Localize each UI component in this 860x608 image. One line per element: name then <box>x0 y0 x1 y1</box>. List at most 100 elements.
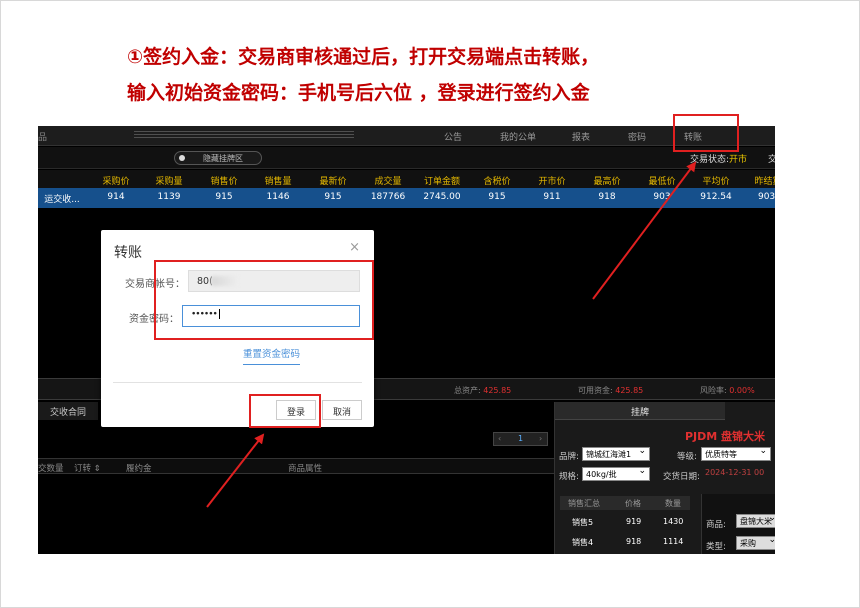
product-label: 商品: <box>706 520 726 530</box>
highlight-login-button <box>249 394 321 428</box>
cell-sell-price: 915 <box>215 192 233 202</box>
col-prev-settle: 昨结算 <box>754 177 775 187</box>
pager: ‹ 1 › <box>493 432 548 446</box>
cell-buy-qty: 1139 <box>157 192 181 202</box>
cell-volume: 187766 <box>370 192 406 202</box>
col-tax-price: 含税价 <box>483 177 511 187</box>
nav-announcement[interactable]: 公告 <box>444 130 462 143</box>
book-row-qty: 1114 <box>663 537 684 546</box>
nav-password[interactable]: 密码 <box>628 130 646 143</box>
tab-listing[interactable]: 挂牌 <box>555 402 725 420</box>
quote-table-header: 采购价 采购量 销售价 销售量 最新价 成交量 订单金额 含税价 开市价 最高价… <box>38 170 775 188</box>
book-col-price: 价格 <box>625 499 641 508</box>
order-book-row[interactable]: 销售4 918 1114 <box>560 534 690 550</box>
col-product-attributes: 商品属性 <box>288 464 323 474</box>
col-transfer[interactable]: 订转 ⇕ <box>74 462 101 474</box>
cell-buy-price: 914 <box>107 192 125 202</box>
cell-order-amount: 2745.00 <box>423 192 461 202</box>
total-assets: 总资产: 425.85 <box>454 385 511 396</box>
book-row-price: 918 <box>626 537 642 546</box>
col-order-amount: 订单金额 <box>423 177 460 187</box>
risk-rate-label: 风险率: <box>700 386 727 395</box>
type-select[interactable]: 采购 <box>736 535 775 550</box>
type-label: 类型: <box>706 542 726 552</box>
nav-hatch-decoration <box>134 131 354 139</box>
product-label: 品 <box>38 133 48 143</box>
delivery-date-label: 交货日期: <box>663 472 700 482</box>
close-icon[interactable]: × <box>349 240 360 255</box>
grade-select[interactable]: 优质特等 <box>701 446 771 461</box>
listing-panel: 挂牌 PJDM 盘锦大米 品牌: 锦城红海滩1 等级: 优质特等 规格: 40k… <box>554 402 775 554</box>
highlight-credential-fields <box>154 260 374 340</box>
spec-label: 规格: <box>559 472 579 482</box>
pager-prev[interactable]: ‹ <box>498 434 501 443</box>
total-assets-value: 425.85 <box>483 386 512 395</box>
cell-sell-qty: 1146 <box>266 192 290 202</box>
toggle-label: 隐藏挂牌区 <box>203 154 243 163</box>
cell-avg-price: 912.54 <box>700 192 732 202</box>
book-row-price: 919 <box>626 517 642 526</box>
cell-low-price: 903 <box>653 192 671 202</box>
book-col-summary: 销售汇总 <box>568 499 600 508</box>
product-select[interactable]: 盘锦大米 <box>736 513 775 528</box>
col-avg-price: 平均价 <box>702 177 730 187</box>
instruction-line-1: ①签约入金：交易商审核通过后，打开交易端点击转账， <box>127 46 600 68</box>
nav-my-orders[interactable]: 我的公单 <box>500 130 536 143</box>
order-side-panel: 商品: 盘锦大米 类型: 采购 <box>701 494 775 554</box>
subbar-right-cut: 交 <box>768 155 775 165</box>
quote-row[interactable]: 运交收... 914 1139 915 1146 915 187766 2745… <box>38 188 775 208</box>
top-nav: 品 公告 我的公单 报表 密码 转账 <box>38 126 775 146</box>
col-low-price: 最低价 <box>648 177 676 187</box>
grade-label: 等级: <box>677 452 697 462</box>
trade-status: 交易状态:开市 <box>690 152 747 165</box>
pager-page[interactable]: 1 <box>518 434 523 443</box>
book-col-qty: 数量 <box>665 499 681 508</box>
col-delivery-qty: 交数量 <box>38 464 64 474</box>
cell-last-price: 915 <box>324 192 342 202</box>
dialog-divider <box>113 382 362 383</box>
col-open-price: 开市价 <box>538 177 566 187</box>
available-funds-label: 可用资金: <box>578 386 613 395</box>
cancel-button[interactable]: 取消 <box>322 400 362 420</box>
cell-high-price: 918 <box>598 192 616 202</box>
highlight-transfer-nav <box>673 114 739 152</box>
contract-table-header: 交数量 订转 ⇕ 履约金 商品属性 <box>38 458 554 474</box>
brand-label: 品牌: <box>559 452 579 462</box>
listing-title: PJDM 盘锦大米 <box>685 430 766 443</box>
sub-toolbar: 隐藏挂牌区 交易状态:开市 交 <box>38 147 775 169</box>
cell-name: 运交收... <box>44 195 80 205</box>
col-volume: 成交量 <box>374 177 402 187</box>
instruction-text: ①签约入金：交易商审核通过后，打开交易端点击转账， 输入初始资金密码：手机号后六… <box>127 39 767 111</box>
nav-reports[interactable]: 报表 <box>572 130 590 143</box>
spec-select[interactable]: 40kg/批 <box>582 466 650 481</box>
risk-rate: 风险率: 0.00% <box>700 385 755 396</box>
book-row-label: 销售4 <box>572 538 594 547</box>
order-book-header: 销售汇总 价格 数量 <box>560 496 690 510</box>
col-buy-price: 采购价 <box>102 177 130 187</box>
col-sell-qty: 销售量 <box>264 177 292 187</box>
col-last-price: 最新价 <box>319 177 347 187</box>
total-assets-label: 总资产: <box>454 386 481 395</box>
col-sell-price: 销售价 <box>210 177 238 187</box>
risk-rate-value: 0.00% <box>729 386 755 395</box>
reset-password-link[interactable]: 重置资金密码 <box>243 346 301 365</box>
trade-status-label: 交易状态: <box>690 155 730 165</box>
col-buy-qty: 采购量 <box>155 177 183 187</box>
available-funds: 可用资金: 425.85 <box>578 385 643 396</box>
col-performance-bond: 履约金 <box>126 464 152 474</box>
tab-delivery-contract[interactable]: 交收合同 <box>38 402 98 420</box>
brand-select[interactable]: 锦城红海滩1 <box>582 446 650 461</box>
cell-tax-price: 915 <box>488 192 506 202</box>
order-book-row[interactable]: 销售5 919 1430 <box>560 514 690 530</box>
instruction-line-2: 输入初始资金密码：手机号后六位 ，登录进行签约入金 <box>127 82 590 104</box>
col-high-price: 最高价 <box>593 177 621 187</box>
delivery-date-value[interactable]: 2024-12-31 00 <box>705 468 764 477</box>
dialog-title: 转账 <box>114 245 142 261</box>
cell-open-price: 911 <box>543 192 561 202</box>
hide-listing-toggle[interactable]: 隐藏挂牌区 <box>174 151 262 165</box>
cell-prev-settle: 903. <box>757 192 775 202</box>
pager-next[interactable]: › <box>539 434 542 443</box>
book-row-label: 销售5 <box>572 518 594 527</box>
book-row-qty: 1430 <box>663 517 684 526</box>
toggle-knob <box>179 155 185 161</box>
